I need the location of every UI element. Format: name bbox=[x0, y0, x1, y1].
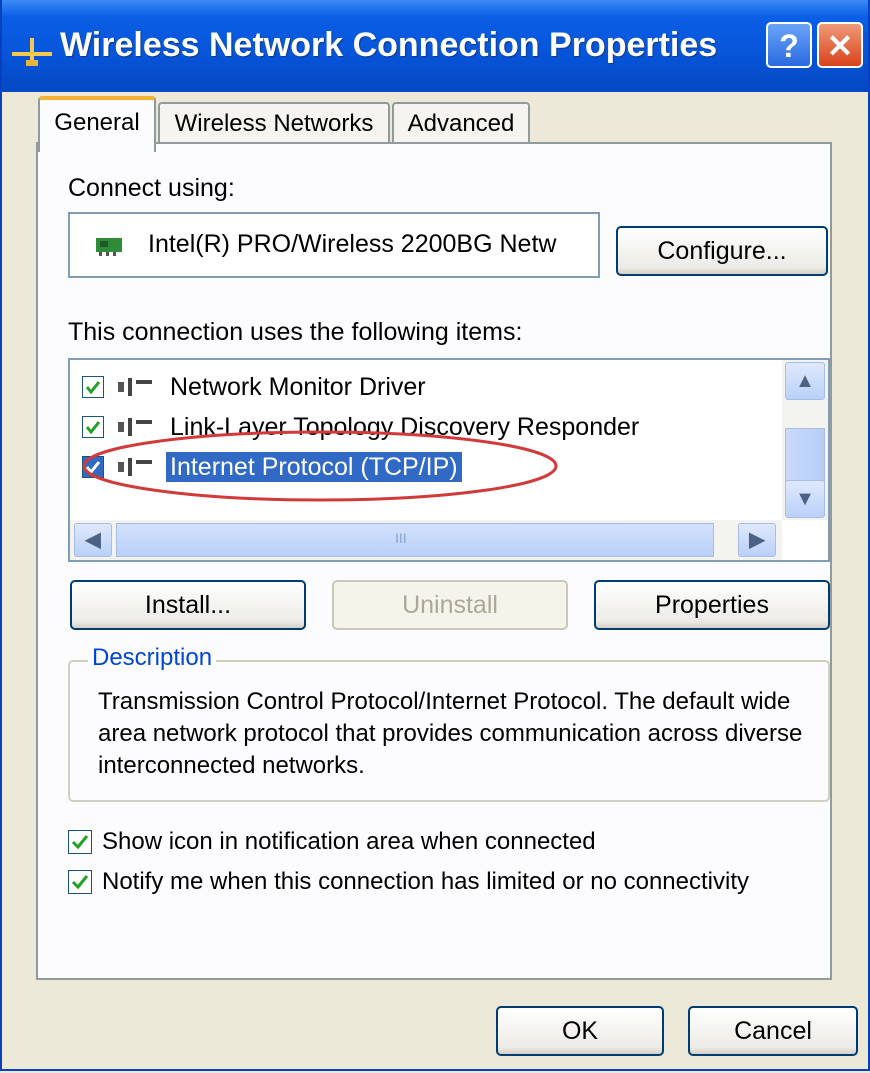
install-button[interactable]: Install... bbox=[70, 580, 306, 630]
protocol-icon bbox=[118, 458, 152, 476]
items-label: This connection uses the following items… bbox=[68, 318, 523, 346]
properties-button[interactable]: Properties bbox=[594, 580, 830, 630]
close-button[interactable]: ✕ bbox=[817, 22, 863, 68]
properties-dialog: Wireless Network Connection Properties ?… bbox=[0, 0, 870, 1071]
adapter-name: Intel(R) PRO/Wireless 2200BG Netw bbox=[148, 230, 557, 258]
item-checkbox[interactable] bbox=[82, 456, 104, 478]
network-adapter-icon bbox=[96, 238, 122, 256]
description-title: Description bbox=[88, 644, 217, 672]
show-icon-checkbox[interactable] bbox=[68, 830, 92, 854]
item-label: Link-Layer Topology Discovery Responder bbox=[170, 413, 640, 441]
configure-button[interactable]: Configure... bbox=[616, 226, 828, 276]
protocol-icon bbox=[118, 418, 152, 436]
item-checkbox[interactable] bbox=[82, 376, 104, 398]
network-connection-icon bbox=[12, 38, 52, 66]
protocol-icon bbox=[118, 378, 152, 396]
items-list: Network Monitor Driver Link-Layer Topolo… bbox=[68, 358, 830, 562]
item-label: Internet Protocol (TCP/IP) bbox=[166, 452, 462, 482]
connect-using-label: Connect using: bbox=[68, 174, 235, 202]
tab-wireless-networks[interactable]: Wireless Networks bbox=[158, 102, 390, 144]
item-label: Network Monitor Driver bbox=[170, 373, 426, 401]
cancel-button[interactable]: Cancel bbox=[688, 1006, 858, 1056]
vertical-scroll-thumb[interactable] bbox=[785, 428, 825, 482]
horizontal-scrollbar[interactable]: ◀ III ▶ bbox=[70, 520, 782, 560]
notify-checkbox[interactable] bbox=[68, 870, 92, 894]
help-button[interactable]: ? bbox=[766, 22, 812, 68]
scroll-down-icon[interactable]: ▼ bbox=[785, 480, 825, 518]
uninstall-button[interactable]: Uninstall bbox=[332, 580, 568, 630]
item-checkbox[interactable] bbox=[82, 416, 104, 438]
tab-general[interactable]: General bbox=[38, 96, 156, 152]
scroll-right-icon[interactable]: ▶ bbox=[738, 523, 776, 557]
show-icon-label: Show icon in notification area when conn… bbox=[102, 828, 596, 855]
description-text: Transmission Control Protocol/Internet P… bbox=[98, 688, 803, 779]
scroll-up-icon[interactable]: ▲ bbox=[785, 362, 825, 400]
notify-label: Notify me when this connection has limit… bbox=[102, 868, 749, 895]
tab-advanced[interactable]: Advanced bbox=[392, 102, 530, 144]
horizontal-scroll-thumb[interactable]: III bbox=[116, 523, 714, 557]
scroll-grip: III bbox=[395, 530, 407, 546]
vertical-scrollbar[interactable]: ▲ ▼ bbox=[782, 360, 828, 520]
title-bar[interactable]: Wireless Network Connection Properties ?… bbox=[2, 0, 868, 92]
adapter-field: Intel(R) PRO/Wireless 2200BG Netw bbox=[68, 212, 600, 278]
scroll-left-icon[interactable]: ◀ bbox=[74, 523, 112, 557]
ok-button[interactable]: OK bbox=[496, 1006, 664, 1056]
window-title: Wireless Network Connection Properties bbox=[60, 26, 718, 64]
